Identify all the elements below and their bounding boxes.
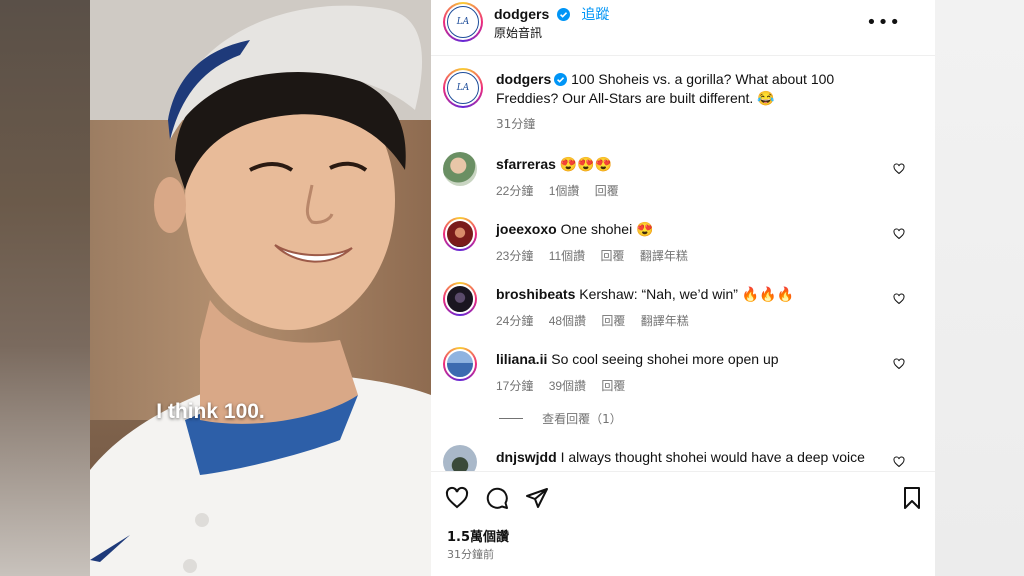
- more-icon[interactable]: •••: [866, 12, 901, 33]
- follow-button[interactable]: 追蹤: [581, 7, 609, 23]
- reply-button[interactable]: 回覆: [595, 184, 619, 198]
- header-username[interactable]: dodgers: [494, 6, 549, 22]
- dodgers-logo-icon: LA: [447, 72, 479, 104]
- post-header: LA dodgers 追蹤 原始音訊 •••: [431, 0, 935, 56]
- heart-icon[interactable]: [893, 456, 905, 468]
- replies-line: [499, 418, 523, 419]
- reply-button[interactable]: 回覆: [601, 379, 625, 393]
- player-illustration: [90, 5, 431, 576]
- comment-username[interactable]: broshibeats: [496, 286, 575, 302]
- comment-likes[interactable]: 48個讚: [549, 314, 586, 328]
- comment-time: 23分鐘: [496, 249, 534, 263]
- video-caption: I think 100.: [156, 400, 265, 423]
- share-icon[interactable]: [525, 486, 549, 510]
- heart-icon[interactable]: [893, 228, 905, 240]
- view-replies-button[interactable]: 查看回覆（1）: [499, 408, 622, 427]
- comment-icon[interactable]: [485, 486, 509, 510]
- comment-username[interactable]: liliana.ii: [496, 351, 547, 367]
- view-replies-label[interactable]: 查看回覆（1）: [542, 412, 622, 426]
- caption-avatar[interactable]: LA: [443, 68, 483, 108]
- heart-icon[interactable]: [893, 358, 905, 370]
- action-bar: [445, 486, 925, 512]
- comment-text: I always thought shohei would have a dee…: [560, 449, 865, 465]
- blurred-background-left: [0, 0, 90, 576]
- caption-time: 31分鐘: [496, 117, 536, 131]
- reply-button[interactable]: 回覆: [601, 314, 625, 328]
- comment-item: dnjswjdd I always thought shohei would h…: [443, 445, 913, 471]
- comment-time: 17分鐘: [496, 379, 534, 393]
- likes-count[interactable]: 1.5萬個讚: [447, 526, 509, 545]
- audio-label[interactable]: 原始音訊: [494, 24, 542, 41]
- comment-time: 22分鐘: [496, 184, 534, 198]
- like-heart-icon[interactable]: [445, 486, 469, 510]
- translate-button[interactable]: 翻譯年糕: [640, 249, 688, 263]
- comment-username[interactable]: dnjswjdd: [496, 449, 557, 465]
- comment-text: 😍😍😍: [559, 156, 613, 172]
- commenter-avatar[interactable]: [443, 282, 477, 316]
- blurred-background-right: [935, 0, 1024, 576]
- comment-likes[interactable]: 1個讚: [549, 184, 580, 198]
- comment-text: So cool seeing shohei more open up: [551, 351, 779, 367]
- commenter-avatar[interactable]: [443, 152, 477, 186]
- divider: [431, 471, 935, 472]
- heart-icon[interactable]: [893, 293, 905, 305]
- heart-icon[interactable]: [893, 163, 905, 175]
- comment-text: One shohei 😍: [560, 221, 654, 237]
- comment-likes[interactable]: 11個讚: [549, 249, 585, 263]
- dodgers-logo-icon: LA: [447, 6, 479, 38]
- comment-username[interactable]: joeexoxo: [496, 221, 557, 237]
- post-panel: LA dodgers 追蹤 原始音訊 ••• LA dodgers 100 Sh…: [431, 0, 935, 576]
- verified-icon: [557, 8, 571, 21]
- commenter-avatar[interactable]: [443, 217, 477, 251]
- commenter-avatar[interactable]: [443, 445, 477, 471]
- comment-likes[interactable]: 39個讚: [549, 379, 586, 393]
- commenter-avatar[interactable]: [443, 347, 477, 381]
- verified-icon: [554, 73, 568, 86]
- bookmark-icon[interactable]: [900, 486, 924, 510]
- reply-button[interactable]: 回覆: [601, 249, 625, 263]
- translate-button[interactable]: 翻譯年糕: [641, 314, 689, 328]
- caption-username[interactable]: dodgers: [496, 71, 551, 87]
- dodgers-avatar[interactable]: LA: [443, 2, 483, 42]
- comment-text: Kershaw: “Nah, we’d win” 🔥🔥🔥: [579, 286, 795, 302]
- video-player[interactable]: I think 100.: [90, 0, 431, 576]
- post-time: 31分鐘前: [447, 548, 494, 561]
- comment-username[interactable]: sfarreras: [496, 156, 556, 172]
- comment-time: 24分鐘: [496, 314, 534, 328]
